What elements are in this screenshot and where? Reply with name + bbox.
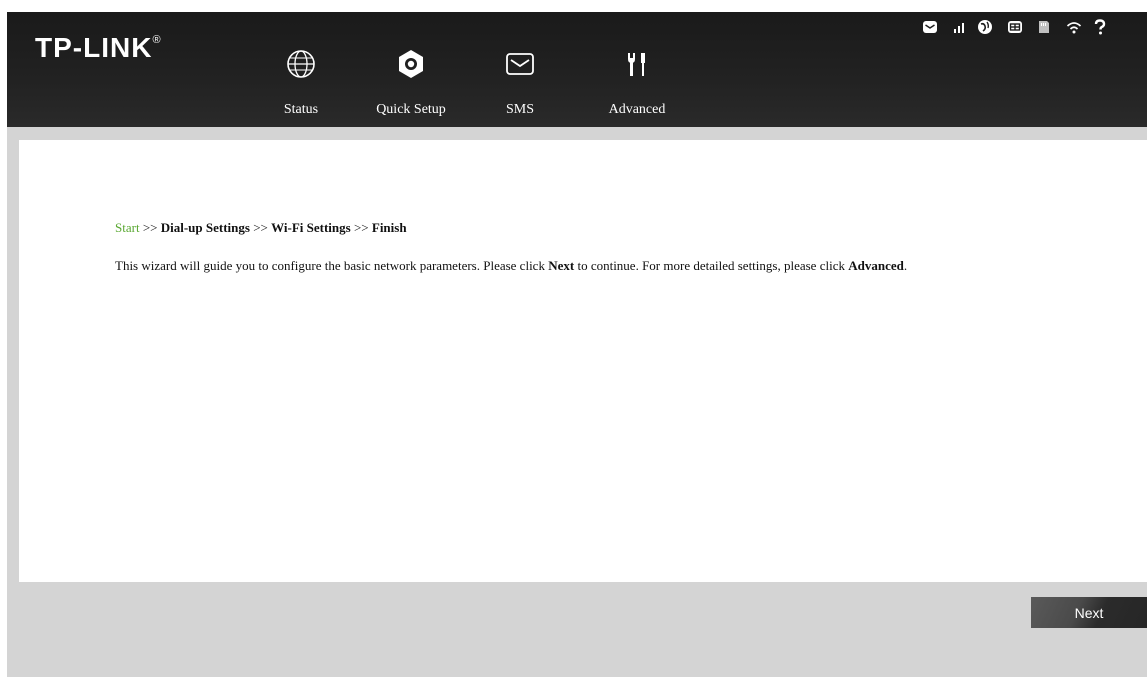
status-icons xyxy=(913,18,1143,40)
wizard-description: This wizard will guide you to configure … xyxy=(115,258,1145,274)
content-panel: Start >> Dial-up Settings >> Wi-Fi Setti… xyxy=(19,140,1147,582)
sim-card-icon xyxy=(1039,21,1049,33)
breadcrumb-dialup: Dial-up Settings xyxy=(160,220,250,235)
nav-status[interactable]: Status xyxy=(261,42,341,122)
breadcrumb-start: Start xyxy=(115,220,140,235)
nav-sms[interactable]: SMS xyxy=(485,42,555,122)
internet-globe-icon xyxy=(978,20,992,34)
envelope-icon xyxy=(506,53,534,75)
header-bar: TP-LINK® Status Quick Setup SMS Advanced xyxy=(7,12,1147,127)
message-icon[interactable] xyxy=(921,18,939,36)
logo-trademark: ® xyxy=(152,34,162,46)
network-type-icon xyxy=(1008,21,1022,33)
desc-next: Next xyxy=(548,258,575,273)
breadcrumb-separator: >> xyxy=(353,220,369,235)
page-frame: TP-LINK® Status Quick Setup SMS Advanced… xyxy=(7,0,1147,677)
wifi-icon xyxy=(1066,22,1082,34)
gear-icon xyxy=(399,50,423,78)
nav-quick-setup-label: Quick Setup xyxy=(376,102,446,117)
breadcrumb: Start >> Dial-up Settings >> Wi-Fi Setti… xyxy=(115,220,407,236)
next-button[interactable]: Next xyxy=(1031,597,1147,628)
help-icon[interactable] xyxy=(1091,18,1109,36)
signal-strength-icon xyxy=(954,23,964,33)
nav-advanced[interactable]: Advanced xyxy=(592,42,682,122)
nav-sms-label: SMS xyxy=(505,102,535,117)
nav-quick-setup[interactable]: Quick Setup xyxy=(367,42,455,122)
breadcrumb-wifi: Wi-Fi Settings xyxy=(271,220,351,235)
desc-advanced: Advanced xyxy=(848,258,904,273)
nav-status-label: Status xyxy=(283,102,319,117)
tp-link-logo: TP-LINK® xyxy=(35,32,162,64)
breadcrumb-separator: >> xyxy=(253,220,268,235)
logo-text: TP-LINK xyxy=(35,32,153,63)
globe-icon xyxy=(287,50,315,78)
breadcrumb-separator: >> xyxy=(142,220,158,235)
desc-part3: . xyxy=(903,258,908,273)
top-margin xyxy=(7,0,1147,12)
nav-advanced-label: Advanced xyxy=(608,102,666,117)
desc-part2: to continue. For more detailed settings,… xyxy=(574,258,849,273)
tools-icon xyxy=(628,53,645,76)
breadcrumb-finish: Finish xyxy=(371,220,407,235)
desc-part1: This wizard will guide you to configure … xyxy=(115,258,549,273)
